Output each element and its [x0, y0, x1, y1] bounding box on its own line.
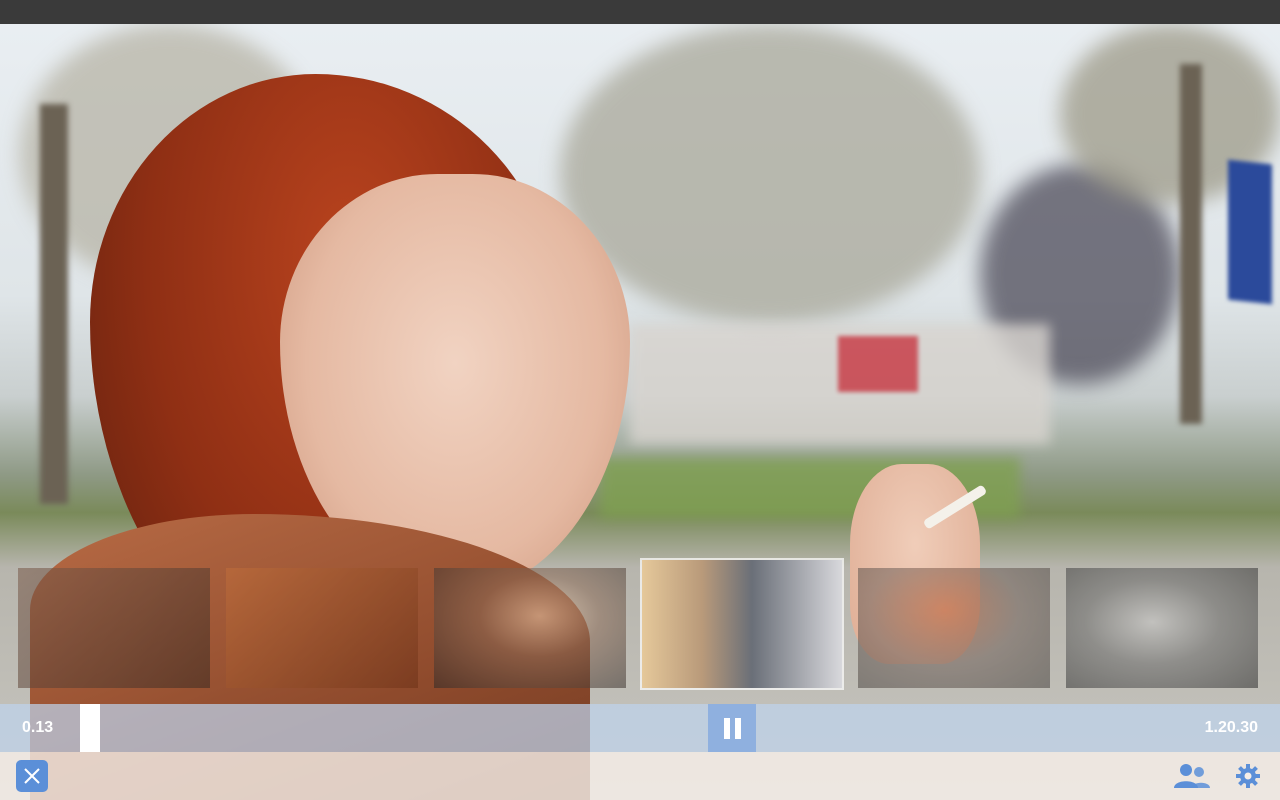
thumbnail-scene-3[interactable] — [434, 568, 626, 688]
thumbnail-scene-6[interactable] — [1066, 568, 1258, 688]
total-duration: 1.20.30 — [1204, 719, 1258, 736]
store-sign — [838, 336, 918, 392]
pause-icon-bar — [735, 718, 741, 739]
blue-banner — [1228, 159, 1272, 305]
progress-bar[interactable]: 0.13 1.20.30 — [0, 704, 1280, 752]
thumbnail-scene-1[interactable] — [18, 568, 210, 688]
top-status-bar — [0, 0, 1280, 24]
current-time: 0.13 — [22, 719, 54, 736]
thumbnail-scene-5[interactable] — [858, 568, 1050, 688]
scrub-handle[interactable] — [80, 704, 100, 752]
gear-icon — [1236, 764, 1260, 788]
pause-button[interactable] — [708, 704, 756, 752]
close-icon — [24, 768, 40, 784]
video-player: 0.13 1.20.30 — [0, 0, 1280, 800]
tree-trunk — [1180, 64, 1202, 424]
thumbnail-scene-2[interactable] — [226, 568, 418, 688]
close-button[interactable] — [16, 760, 48, 792]
people-icon — [1174, 764, 1210, 788]
bottom-toolbar — [0, 752, 1280, 800]
settings-button[interactable] — [1234, 762, 1262, 790]
thumbnail-strip — [0, 558, 1280, 690]
pause-icon — [724, 718, 730, 739]
people-button[interactable] — [1172, 762, 1212, 790]
thumbnail-scene-4-active[interactable] — [642, 560, 842, 688]
